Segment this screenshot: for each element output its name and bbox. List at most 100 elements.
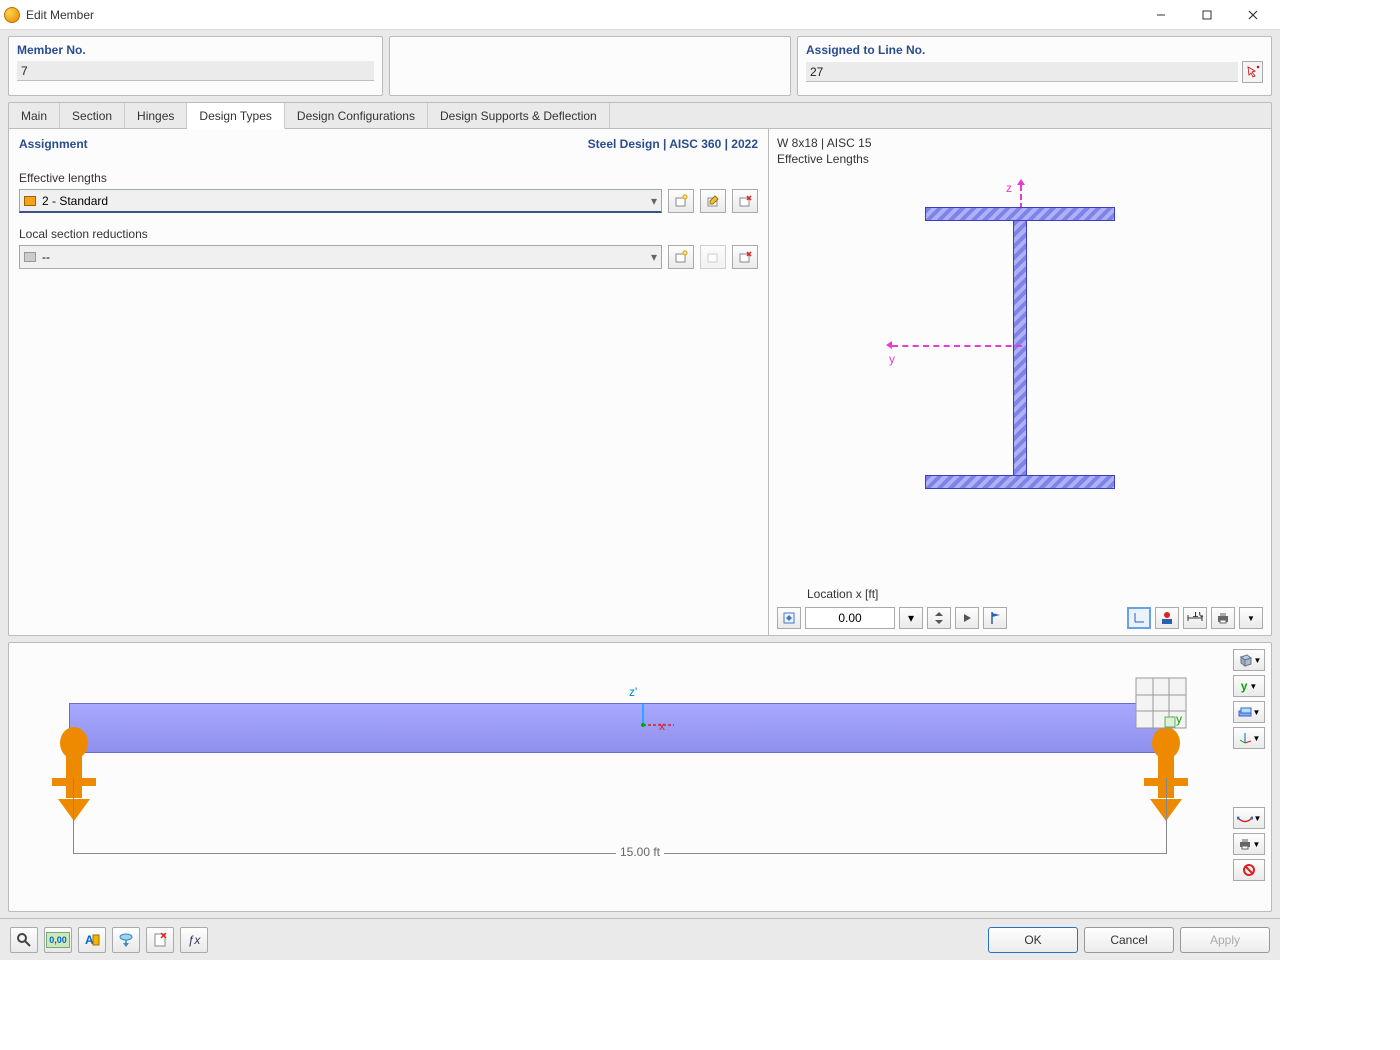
delete-icon <box>738 194 752 208</box>
tab-section[interactable]: Section <box>60 103 125 128</box>
location-stepper[interactable] <box>927 607 951 629</box>
tab-design-types[interactable]: Design Types <box>187 103 285 129</box>
section-recenter-button[interactable] <box>777 607 801 629</box>
local-section-reductions-combo[interactable]: -- ▾ <box>19 245 662 269</box>
location-dropdown-button[interactable]: ▾ <box>899 607 923 629</box>
i-beam-icon <box>925 207 1115 489</box>
view-y-button[interactable]: y▼ <box>1233 675 1265 697</box>
section-preview-pane: W 8x18 | AISC 15 Effective Lengths z y <box>769 129 1271 635</box>
units-button[interactable]: 0,00 <box>44 927 72 953</box>
print-icon <box>1238 838 1252 850</box>
clipboard-icon <box>153 932 167 948</box>
text-style-button[interactable]: A <box>78 927 106 953</box>
local-section-reductions-value: -- <box>42 250 50 264</box>
magnifier-icon <box>16 932 32 948</box>
load-icon <box>118 932 134 948</box>
help-button[interactable] <box>10 927 38 953</box>
tab-hinges[interactable]: Hinges <box>125 103 187 128</box>
beam-icon <box>69 703 1171 753</box>
view-deform-button[interactable]: ▼ <box>1233 807 1265 829</box>
formula-icon: ƒx <box>188 933 201 947</box>
title-bar: Edit Member <box>0 0 1280 30</box>
effective-lengths-delete-button[interactable] <box>732 189 758 213</box>
location-next-button[interactable] <box>955 607 979 629</box>
view-cube-icon[interactable]: +y <box>1131 673 1191 733</box>
lsr-delete-button[interactable] <box>732 245 758 269</box>
member-panel: Member No. <box>8 36 383 96</box>
clipboard-button[interactable] <box>146 927 174 953</box>
info-icon <box>1160 611 1174 625</box>
tab-main[interactable]: Main <box>9 103 60 128</box>
y-axis-label: y <box>889 352 895 366</box>
flag-icon <box>989 611 1001 625</box>
tab-strip: Main Section Hinges Design Types Design … <box>9 103 1271 129</box>
svg-text:100: 100 <box>1192 612 1203 620</box>
minimize-button[interactable] <box>1138 0 1184 30</box>
member-no-label: Member No. <box>17 43 374 57</box>
view-iso-button[interactable]: ▼ <box>1233 649 1265 671</box>
edit-icon <box>706 250 720 264</box>
design-code-link[interactable]: Steel Design | AISC 360 | 2022 <box>588 137 758 151</box>
effective-lengths-new-button[interactable] <box>668 189 694 213</box>
cursor-pick-icon <box>1246 65 1260 79</box>
dimension-icon: 100 <box>1187 612 1203 624</box>
app-icon <box>4 7 20 23</box>
member-no-input[interactable] <box>17 61 374 81</box>
pick-line-button[interactable] <box>1242 61 1263 83</box>
effective-lengths-value: 2 - Standard <box>42 194 108 208</box>
assignment-pane: Assignment Steel Design | AISC 360 | 202… <box>9 129 769 635</box>
view-print-button[interactable]: ▼ <box>1233 833 1265 855</box>
line-no-label: Assigned to Line No. <box>806 43 1263 57</box>
effective-lengths-edit-button[interactable] <box>700 189 726 213</box>
color-swatch-icon <box>24 196 36 206</box>
units-icon: 0,00 <box>46 932 70 948</box>
formula-button[interactable]: ƒx <box>180 927 208 953</box>
layers-icon <box>1238 706 1252 718</box>
local-axes-icon: z' x <box>629 685 679 751</box>
assignment-title: Assignment <box>19 137 88 151</box>
effective-lengths-label: Effective lengths <box>19 171 758 185</box>
ok-button[interactable]: OK <box>988 927 1078 953</box>
dimension-text: 15.00 ft <box>616 845 664 859</box>
view-axes-button[interactable]: ▼ <box>1233 727 1265 749</box>
close-button[interactable] <box>1230 0 1276 30</box>
view-reset-button[interactable] <box>1233 859 1265 881</box>
chevron-down-icon: ▾ <box>651 194 657 208</box>
new-icon <box>674 250 688 264</box>
section-print-button[interactable] <box>1211 607 1235 629</box>
new-icon <box>674 194 688 208</box>
text-style-icon: A <box>84 932 100 948</box>
load-button[interactable] <box>112 927 140 953</box>
preview-side-toolbar: ▼ y▼ ▼ ▼ ▼ ▼ <box>1233 649 1265 881</box>
tab-design-supports-deflection[interactable]: Design Supports & Deflection <box>428 103 610 128</box>
effective-lengths-combo[interactable]: 2 - Standard ▾ <box>19 189 662 213</box>
z-axis-label: z <box>1006 181 1012 195</box>
y-axis-line <box>892 345 1022 347</box>
local-section-reductions-label: Local section reductions <box>19 227 758 241</box>
section-dimension-button[interactable]: 100 <box>1183 607 1207 629</box>
stepper-icon <box>934 611 944 625</box>
section-print-dropdown[interactable]: ▼ <box>1239 607 1263 629</box>
lsr-new-button[interactable] <box>668 245 694 269</box>
apply-button[interactable]: Apply <box>1180 927 1270 953</box>
dialog-footer: 0,00 A ƒx OK Cancel Apply <box>0 918 1280 960</box>
section-view-mode-2[interactable] <box>1155 607 1179 629</box>
view-layers-button[interactable]: ▼ <box>1233 701 1265 723</box>
tab-design-configurations[interactable]: Design Configurations <box>285 103 428 128</box>
section-subtitle: Effective Lengths <box>777 151 1263 167</box>
deform-icon <box>1237 813 1253 823</box>
maximize-button[interactable] <box>1184 0 1230 30</box>
line-no-input[interactable] <box>806 62 1238 82</box>
line-panel: Assigned to Line No. <box>797 36 1272 96</box>
beam-preview-panel[interactable]: z' x +y 15.00 ft ▼ y▼ ▼ ▼ ▼ ▼ <box>8 642 1272 912</box>
cancel-button[interactable]: Cancel <box>1084 927 1174 953</box>
lsr-edit-button[interactable] <box>700 245 726 269</box>
dim-tick-right <box>1166 778 1167 853</box>
section-canvas[interactable]: z y <box>777 167 1263 587</box>
section-view-mode-1[interactable] <box>1127 607 1151 629</box>
location-x-input[interactable] <box>805 607 895 629</box>
recenter-icon <box>782 611 796 625</box>
support-left-icon <box>44 723 104 833</box>
chevron-down-icon: ▾ <box>908 611 914 625</box>
section-flag-button[interactable] <box>983 607 1007 629</box>
